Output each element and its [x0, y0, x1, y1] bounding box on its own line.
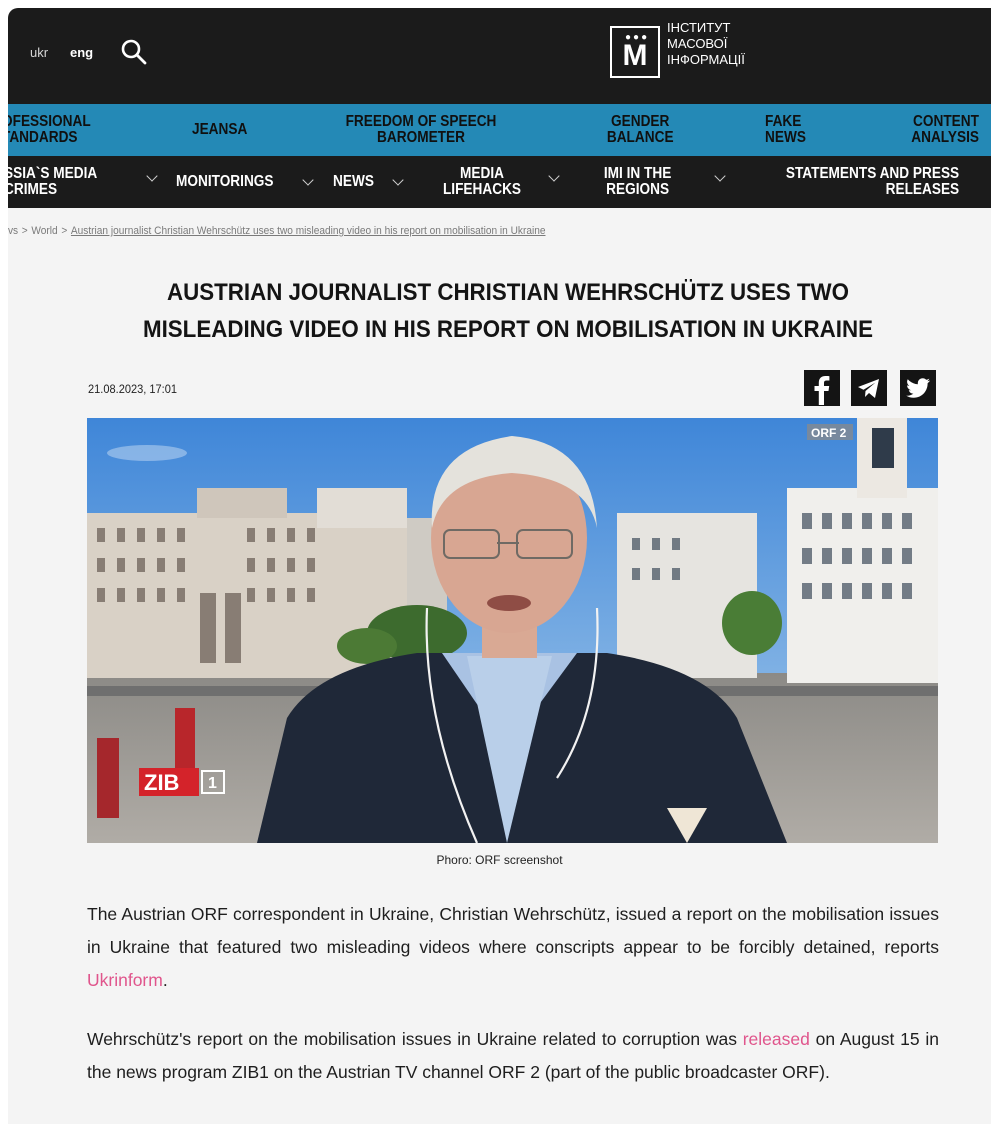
- twitter-share-button[interactable]: [900, 370, 936, 406]
- nav-label: NEWS: [765, 129, 806, 146]
- nav-label: TANDARDS: [8, 129, 78, 146]
- logo-mark: ●●● М: [610, 26, 660, 78]
- nav-label: BAROMETER: [377, 129, 465, 146]
- nav-item-jeansa[interactable]: JEANSA: [192, 122, 247, 138]
- nav-item-freedom-of-speech[interactable]: FREEDOM OF SPEECH BAROMETER: [333, 114, 509, 146]
- logo-line: МАСОВОЇ: [667, 36, 728, 51]
- breadcrumb-item-current[interactable]: Austrian journalist Christian Wehrschütz…: [71, 225, 546, 237]
- paragraph-text: The Austrian ORF correspondent in Ukrain…: [87, 904, 939, 957]
- nav-item-russias-media-crimes[interactable]: SSIA`S MEDIA CRIMES: [8, 166, 97, 198]
- twitter-icon: [906, 378, 930, 398]
- chevron-down-icon[interactable]: [302, 174, 314, 186]
- telegram-icon: [858, 379, 879, 398]
- breadcrumb-separator: >: [21, 225, 28, 237]
- nav-item-monitorings[interactable]: MONITORINGS: [176, 174, 274, 190]
- paragraph-text: Wehrschütz's report on the mobilisation …: [87, 1029, 743, 1049]
- nav-label: IMI IN THE: [603, 165, 672, 182]
- primary-nav: OFESSIONAL TANDARDS JEANSA FREEDOM OF SP…: [8, 104, 991, 156]
- page-title: AUSTRIAN JOURNALIST CHRISTIAN WEHRSCHÜTZ…: [99, 274, 917, 348]
- logo-text: ІНСТИТУТ МАСОВОЇ ІНФОРМАЦІЇ: [667, 20, 787, 68]
- chevron-down-icon[interactable]: [714, 170, 726, 182]
- nav-label: SSIA`S MEDIA: [8, 165, 98, 182]
- title-line: MISLEADING VIDEO IN HIS REPORT ON MOBILI…: [143, 316, 873, 343]
- logo-line: ІНСТИТУТ: [667, 20, 731, 35]
- released-link[interactable]: released: [743, 1029, 810, 1049]
- title-line: AUSTRIAN JOURNALIST CHRISTIAN WEHRSCHÜTZ…: [166, 279, 849, 306]
- nav-label: MEDIA: [460, 165, 504, 182]
- article-paragraph-2: Wehrschütz's report on the mobilisation …: [87, 1023, 939, 1089]
- nav-label: GENDER: [611, 113, 670, 130]
- publish-date: 21.08.2023, 17:01: [88, 382, 178, 396]
- nav-label: FAKE: [765, 113, 802, 130]
- article-paragraph-1: The Austrian ORF correspondent in Ukrain…: [87, 898, 939, 997]
- breadcrumb: vs > World > Austrian journalist Christian W…: [8, 225, 545, 237]
- nav-item-content-analysis[interactable]: CONTENT ANALYSIS: [898, 114, 979, 146]
- nav-label: RELEASES: [885, 181, 960, 198]
- nav-label: NEWS: [333, 173, 374, 190]
- nav-item-professional-standards[interactable]: OFESSIONAL TANDARDS: [8, 114, 91, 146]
- photo-caption: Phoro: ORF screenshot: [436, 853, 563, 867]
- ukrinform-link[interactable]: Ukrinform: [87, 970, 163, 990]
- logo-line: ІНФОРМАЦІЇ: [667, 52, 745, 67]
- nav-item-media-lifehacks[interactable]: MEDIA LIFEHACKS: [438, 166, 526, 198]
- nav-label: REGIONS: [606, 181, 670, 198]
- breadcrumb-item-home[interactable]: vs: [8, 225, 18, 237]
- zib-program-number: 1: [208, 775, 217, 792]
- secondary-nav: SSIA`S MEDIA CRIMES MONITORINGS NEWS MED…: [8, 156, 991, 208]
- page-frame: ukr eng ●●● М ІНСТИТУТ МАСОВОЇ ІНФОРМАЦІ…: [8, 8, 991, 1124]
- zib-program-logo: ZIB: [144, 770, 179, 795]
- nav-item-gender-balance[interactable]: GENDER BALANCE: [605, 114, 675, 146]
- breadcrumb-item-world[interactable]: World: [31, 225, 57, 237]
- nav-label: LIFEHACKS: [442, 181, 522, 198]
- facebook-icon: [814, 376, 830, 405]
- nav-label: MONITORINGS: [176, 173, 274, 190]
- photo-illustration: ORF 2 ZIB 1: [87, 418, 938, 843]
- chevron-down-icon[interactable]: [548, 170, 560, 182]
- nav-label: CONTENT: [913, 113, 979, 130]
- chevron-down-icon[interactable]: [146, 170, 158, 182]
- nav-label: OFESSIONAL: [8, 113, 91, 130]
- breadcrumb-separator: >: [61, 225, 68, 237]
- search-icon[interactable]: [120, 38, 148, 66]
- logo-letter: М: [622, 39, 648, 72]
- chevron-down-icon[interactable]: [392, 174, 404, 186]
- nav-label: BALANCE: [606, 129, 674, 146]
- lang-eng-link[interactable]: eng: [70, 45, 93, 60]
- logo-dots: ●●●: [625, 32, 650, 43]
- nav-label: CRIMES: [8, 181, 58, 198]
- nav-item-news[interactable]: NEWS: [333, 174, 374, 190]
- telegram-share-button[interactable]: [851, 370, 887, 406]
- top-bar: ukr eng ●●● М ІНСТИТУТ МАСОВОЇ ІНФОРМАЦІ…: [8, 8, 991, 104]
- nav-item-imi-in-the-regions[interactable]: IMI IN THE REGIONS: [598, 166, 677, 198]
- nav-label: JEANSA: [192, 121, 248, 138]
- article-photo: ORF 2 ZIB 1: [87, 418, 938, 843]
- facebook-share-button[interactable]: [804, 370, 840, 406]
- nav-label: ANALYSIS: [911, 129, 979, 146]
- nav-item-statements-and-press-releases[interactable]: STATEMENTS AND PRESS RELEASES: [755, 166, 959, 198]
- lang-ukr-link[interactable]: ukr: [30, 45, 48, 60]
- nav-label: FREEDOM OF SPEECH: [345, 113, 497, 130]
- nav-label: STATEMENTS AND PRESS: [785, 165, 960, 182]
- nav-item-fake-news[interactable]: FAKE NEWS: [765, 114, 806, 146]
- orf-channel-logo: ORF 2: [811, 426, 847, 440]
- paragraph-text: .: [162, 970, 168, 990]
